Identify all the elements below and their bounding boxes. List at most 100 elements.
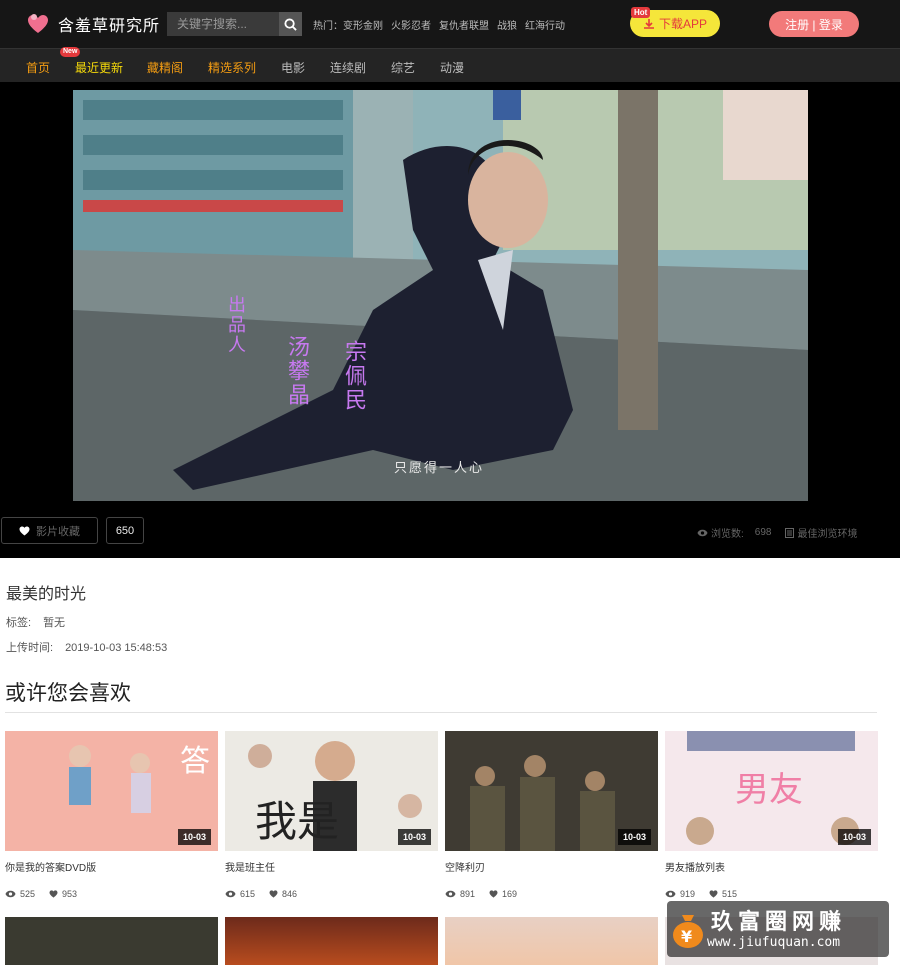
heart-icon [489, 890, 498, 898]
top-bar: 含羞草研究所 热门： 变形金刚 火影忍者 复仇者联盟 战狼 红海行动 下载APP… [0, 0, 900, 48]
watermark-title: 玖富圈网赚 [711, 909, 847, 934]
eye-icon [697, 529, 708, 536]
date-badge: 10-03 [397, 829, 431, 845]
video-scene [73, 90, 808, 501]
tags-label: 标签: [6, 617, 32, 629]
upload-value: 2019-10-03 15:48:53 [65, 642, 168, 654]
watermark: ¥ 玖富圈网赚 www.jiufuquan.com [667, 901, 889, 957]
nav-item-home[interactable]: 首页 [26, 59, 50, 76]
like-count: 515 [722, 889, 738, 899]
video-subtitle: 只愿得一人心 [394, 460, 485, 475]
main-nav: 首页 最近更新 New 藏精阁 精选系列 电影 连续剧 综艺 动漫 [0, 47, 900, 82]
card-views: 525 [5, 889, 35, 899]
eye-icon [225, 890, 236, 898]
hot-link[interactable]: 红海行动 [525, 17, 565, 32]
new-badge: New [60, 47, 81, 57]
video-card-title[interactable]: 你是我的答案DVD版 [5, 859, 218, 889]
video-title: 最美的时光 [6, 586, 87, 603]
search-box [167, 12, 302, 36]
recommend-heading: 或许您会喜欢 [5, 682, 131, 705]
hot-link[interactable]: 复仇者联盟 [439, 17, 489, 32]
video-thumbnail[interactable] [225, 917, 438, 965]
nav-item-collection[interactable]: 藏精阁 [147, 59, 183, 76]
card-stats: 615 846 [225, 889, 438, 899]
video-card[interactable]: 男友 10-03 男友播放列表 919 515 [665, 731, 878, 899]
upload-time-row: 上传时间: 2019-10-03 15:48:53 [6, 639, 167, 655]
tags-row: 标签: 暂无 [6, 614, 65, 630]
view-count: 891 [460, 889, 476, 899]
video-thumbnail[interactable]: 10-03 [445, 731, 658, 851]
nav-item-recent[interactable]: 最近更新 [75, 59, 123, 76]
download-icon [643, 18, 654, 29]
video-frame[interactable]: 出品人 汤攀晶 宗佩民 只愿得一人心 [73, 90, 808, 501]
download-label: 下载APP [658, 17, 707, 31]
hot-link[interactable]: 战狼 [497, 17, 517, 32]
video-card[interactable]: 10-03 空降利刃 891 169 [445, 731, 658, 899]
hot-keywords: 热门： 变形金刚 火影忍者 复仇者联盟 战狼 红海行动 [313, 17, 565, 32]
search-input[interactable] [167, 12, 279, 36]
hot-label: 热门： [313, 21, 343, 32]
svg-text:¥: ¥ [681, 927, 692, 946]
nav-item-series[interactable]: 连续剧 [330, 59, 366, 76]
tags-value: 暂无 [43, 617, 66, 629]
site-name: 含羞草研究所 [58, 18, 161, 35]
card-stats: 525 953 [5, 889, 218, 899]
view-count: 615 [240, 889, 256, 899]
card-stats: 919 515 [665, 889, 878, 899]
video-card[interactable]: 我是 10-03 我是班主任 615 846 [225, 731, 438, 899]
video-player: 出品人 汤攀晶 宗佩民 只愿得一人心 影片收藏 650 浏览数: 698 最佳浏… [0, 82, 900, 558]
views-count: 698 [754, 527, 772, 538]
card-likes: 953 [49, 889, 77, 899]
video-thumbnail[interactable]: 男友 10-03 [665, 731, 878, 851]
svg-text:我是: 我是 [255, 797, 339, 846]
video-thumbnail[interactable]: 我是 10-03 [225, 731, 438, 851]
card-stats: 891 169 [445, 889, 658, 899]
view-stats: 浏览数: 698 最佳浏览环境 [697, 525, 857, 540]
heart-icon [709, 890, 718, 898]
credit-name-1: 汤攀晶 [285, 335, 310, 407]
heart-icon [269, 890, 278, 898]
date-badge: 10-03 [837, 829, 871, 845]
nav-item-movies[interactable]: 电影 [281, 59, 305, 76]
nav-item-featured[interactable]: 精选系列 [208, 59, 256, 76]
video-thumbnail[interactable] [5, 917, 218, 965]
like-count: 169 [502, 889, 518, 899]
card-likes: 846 [269, 889, 297, 899]
video-card[interactable]: 答 10-03 你是我的答案DVD版 525 953 [5, 731, 218, 899]
video-card-title[interactable]: 男友播放列表 [665, 859, 878, 889]
favorite-button[interactable]: 影片收藏 [1, 517, 98, 544]
nav-item-variety[interactable]: 综艺 [391, 59, 415, 76]
section-divider [5, 712, 877, 713]
like-count: 846 [282, 889, 298, 899]
heart-icon [19, 525, 30, 536]
login-register-button[interactable]: 注册 | 登录 [769, 11, 859, 37]
date-badge: 10-03 [177, 829, 211, 845]
best-env-link[interactable]: 最佳浏览环境 [785, 525, 857, 540]
view-count-group: 浏览数: 698 [697, 525, 771, 540]
hot-link[interactable]: 变形金刚 [343, 17, 383, 32]
video-thumbnail[interactable] [445, 917, 658, 965]
upload-label: 上传时间: [6, 642, 54, 654]
heart-icon [49, 890, 58, 898]
svg-text:男友: 男友 [735, 770, 803, 810]
hot-badge: Hot [631, 7, 651, 18]
search-icon [284, 17, 297, 31]
view-count: 919 [680, 889, 696, 899]
date-badge: 10-03 [617, 829, 651, 845]
search-button[interactable] [279, 12, 302, 36]
eye-icon [665, 890, 676, 898]
hot-link[interactable]: 火影忍者 [391, 17, 431, 32]
views-label: 浏览数: [711, 529, 744, 540]
video-card-title[interactable]: 空降利刃 [445, 859, 658, 889]
video-card-title[interactable]: 我是班主任 [225, 859, 438, 889]
like-count: 953 [62, 889, 78, 899]
best-env-label: 最佳浏览环境 [797, 529, 858, 540]
card-views: 891 [445, 889, 475, 899]
site-logo[interactable]: 含羞草研究所 [26, 12, 160, 36]
card-views: 919 [665, 889, 695, 899]
credit-producer: 出品人 [226, 295, 246, 355]
heart-logo-icon [28, 14, 48, 33]
favorite-count: 650 [106, 517, 144, 544]
video-thumbnail[interactable]: 答 10-03 [5, 731, 218, 851]
nav-item-anime[interactable]: 动漫 [440, 59, 464, 76]
